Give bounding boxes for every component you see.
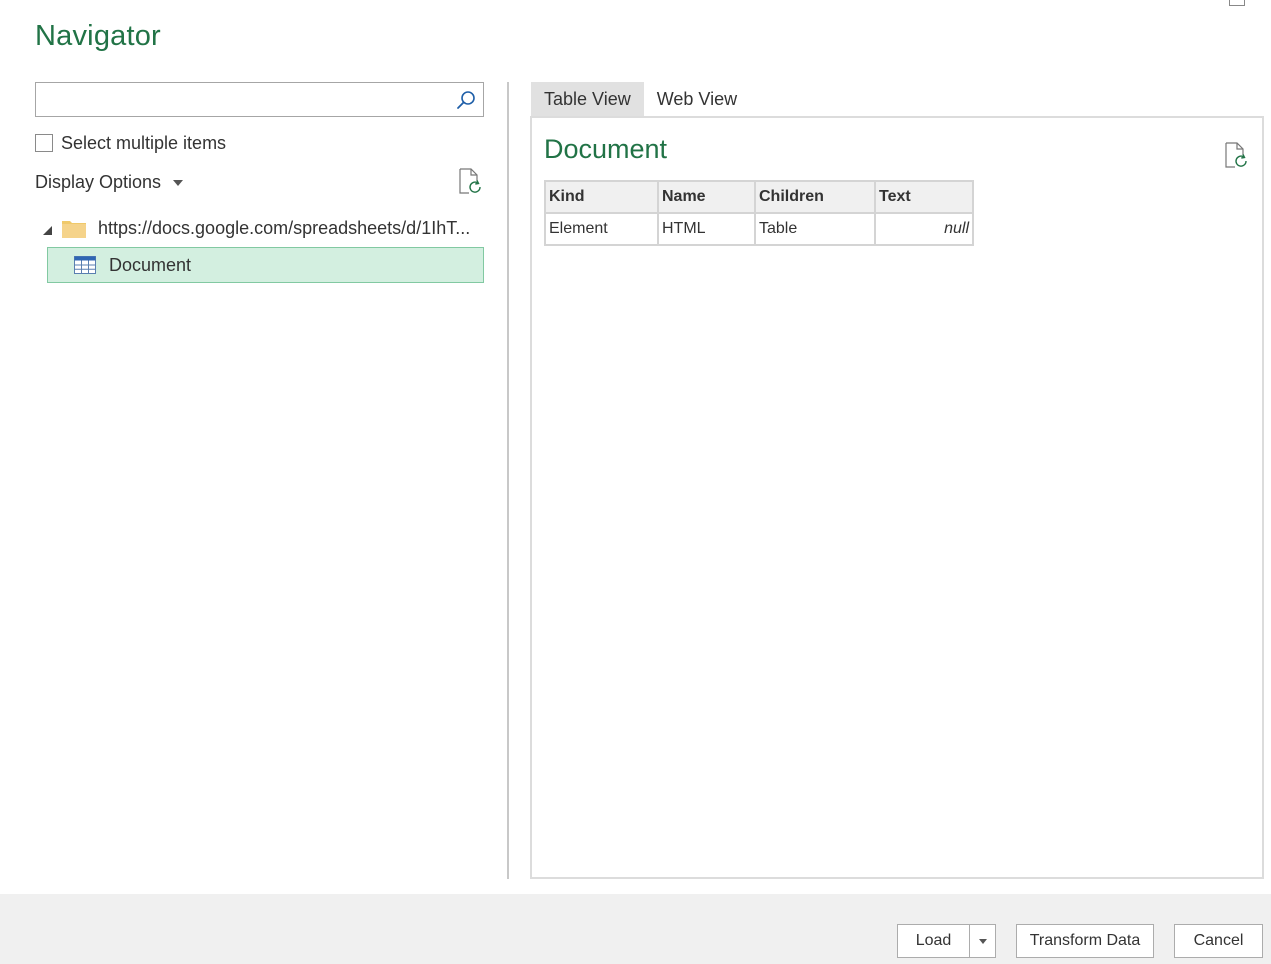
preview-panel: Document Kind Name Children Text Element… bbox=[530, 116, 1264, 879]
select-multiple-label: Select multiple items bbox=[61, 132, 227, 153]
select-multiple-checkbox[interactable] bbox=[35, 134, 53, 152]
column-header[interactable]: Kind bbox=[544, 180, 659, 214]
load-options-button[interactable] bbox=[969, 924, 996, 958]
view-tabs: Table View Web View bbox=[531, 82, 750, 116]
table-cell: null bbox=[874, 212, 974, 246]
search-input[interactable] bbox=[40, 87, 450, 112]
preview-table: Kind Name Children Text Element HTML Tab… bbox=[544, 180, 974, 246]
table-row: Element HTML Table null bbox=[544, 212, 974, 246]
dialog-title: Navigator bbox=[35, 20, 161, 52]
tree-item-label: Document bbox=[109, 254, 192, 275]
tree-root-label: https://docs.google.com/spreadsheets/d/1… bbox=[98, 217, 471, 238]
display-options-dropdown[interactable]: Display Options bbox=[35, 171, 184, 193]
load-button[interactable]: Load bbox=[897, 924, 970, 958]
search-icon[interactable] bbox=[456, 90, 476, 110]
window-control-icon[interactable] bbox=[1229, 0, 1245, 6]
display-options-label: Display Options bbox=[35, 171, 162, 192]
expand-arrow-icon[interactable] bbox=[43, 225, 52, 235]
table-header-row: Kind Name Children Text bbox=[544, 180, 974, 214]
tab-web-view[interactable]: Web View bbox=[644, 82, 750, 116]
cancel-button[interactable]: Cancel bbox=[1174, 924, 1263, 958]
chevron-down-icon bbox=[173, 180, 184, 186]
refresh-icon[interactable] bbox=[458, 168, 482, 196]
tree-root-node[interactable]: https://docs.google.com/spreadsheets/d/1… bbox=[43, 214, 470, 242]
folder-icon bbox=[62, 220, 86, 238]
select-multiple-toggle[interactable]: Select multiple items bbox=[35, 132, 226, 154]
table-cell: HTML bbox=[657, 212, 756, 246]
table-icon bbox=[74, 256, 96, 274]
table-cell: Element bbox=[544, 212, 659, 246]
column-header[interactable]: Name bbox=[657, 180, 756, 214]
pane-divider[interactable] bbox=[507, 82, 509, 879]
tree-item-document[interactable]: Document bbox=[47, 247, 484, 283]
search-box[interactable] bbox=[35, 82, 484, 117]
column-header[interactable]: Text bbox=[874, 180, 974, 214]
refresh-preview-icon[interactable] bbox=[1224, 142, 1248, 170]
transform-data-button[interactable]: Transform Data bbox=[1016, 924, 1154, 958]
tab-table-view[interactable]: Table View bbox=[531, 82, 644, 116]
chevron-down-icon bbox=[978, 938, 987, 944]
preview-title: Document bbox=[544, 134, 668, 164]
column-header[interactable]: Children bbox=[754, 180, 876, 214]
table-cell: Table bbox=[754, 212, 876, 246]
